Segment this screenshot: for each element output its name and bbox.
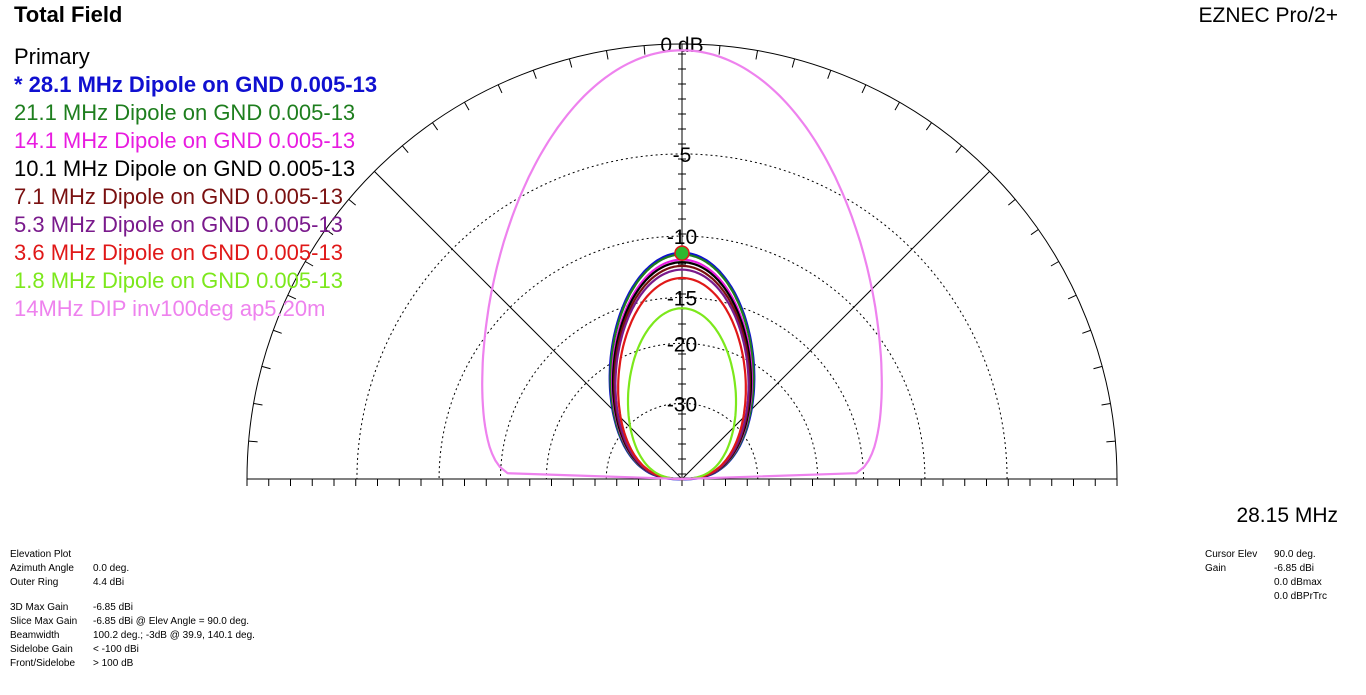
angle-tick	[402, 145, 409, 153]
angle-tick	[827, 70, 832, 79]
angle-tick	[1030, 229, 1039, 236]
info-value: 4.4 dBi	[93, 577, 125, 588]
angle-tick	[497, 84, 503, 94]
angle-tick	[894, 102, 900, 111]
angle-tick	[248, 440, 258, 443]
angle-tick	[532, 70, 537, 79]
grid-spoke	[681, 171, 990, 480]
angle-tick	[568, 58, 573, 68]
angle-tick	[791, 58, 796, 68]
info-row: Beamwidth 100.2 deg.; -3dB @ 39.9, 140.1 …	[10, 629, 255, 643]
info-label: Sidelobe Gain	[10, 644, 73, 655]
info-label: Elevation Plot	[10, 549, 72, 560]
ring-label: -30	[667, 393, 697, 416]
cursor-value: -6.85 dBi	[1274, 563, 1315, 574]
cursor-info-panel: Cursor Elev 90.0 deg. Gain -6.85 dBi 0.0 dBm…	[1205, 548, 1327, 604]
cursor-row: Gain -6.85 dBi	[1205, 562, 1327, 576]
ring-label: -5	[673, 144, 692, 167]
angle-tick	[605, 50, 609, 60]
legend-item[interactable]: 3.6 MHz Dipole on GND 0.005-13	[14, 239, 377, 267]
legend-item[interactable]: 7.1 MHz Dipole on GND 0.005-13	[14, 183, 377, 211]
legend-item[interactable]: 14MHz DIP inv100deg ap5.20m	[14, 295, 377, 323]
angle-tick	[1106, 440, 1116, 443]
info-label: Beamwidth	[10, 630, 60, 641]
legend-item[interactable]: 5.3 MHz Dipole on GND 0.005-13	[14, 211, 377, 239]
angle-tick	[643, 45, 646, 55]
legend-item[interactable]: 21.1 MHz Dipole on GND 0.005-13	[14, 99, 377, 127]
angle-tick	[1093, 365, 1103, 370]
info-value: > 100 dB	[93, 658, 134, 669]
frequency-label: 28.15 MHz	[1236, 504, 1338, 527]
legend-heading: Primary	[14, 44, 90, 69]
info-row: 3D Max Gain -6.85 dBi	[10, 601, 255, 615]
angle-tick	[253, 402, 263, 406]
info-value: -6.85 dBi	[93, 602, 134, 613]
cursor-marker	[674, 245, 690, 261]
info-label: Slice Max Gain	[10, 616, 78, 627]
legend-item[interactable]: 14.1 MHz Dipole on GND 0.005-13	[14, 127, 377, 155]
legend-item[interactable]: 10.1 MHz Dipole on GND 0.005-13	[14, 155, 377, 183]
angle-tick	[955, 145, 962, 153]
angle-tick	[1050, 261, 1059, 267]
info-label: Front/Sidelobe	[10, 658, 76, 669]
info-row: Sidelobe Gain < -100 dBi	[10, 643, 255, 657]
info-row: Front/Sidelobe > 100 dB	[10, 657, 255, 671]
cursor-row: Cursor Elev 90.0 deg.	[1205, 548, 1327, 562]
cursor-label: Gain	[1205, 563, 1227, 574]
legend-items: * 28.1 MHz Dipole on GND 0.005-13 21.1 MH…	[14, 71, 377, 323]
angle-tick	[925, 122, 932, 131]
legend-item[interactable]: 1.8 MHz Dipole on GND 0.005-13	[14, 267, 377, 295]
info-value: 0.0 deg.	[93, 563, 130, 574]
angle-tick	[861, 84, 867, 94]
angle-tick	[273, 329, 282, 334]
cursor-value: 0.0 dBmax	[1274, 577, 1322, 588]
cursor-label	[1205, 590, 1274, 604]
info-label: 3D Max Gain	[10, 602, 69, 613]
info-row: Slice Max Gain -6.85 dBi @ Elev Angle = 9…	[10, 615, 255, 629]
grid-spoke	[374, 171, 683, 480]
angle-tick	[1008, 199, 1016, 206]
cursor-value: 90.0 deg.	[1274, 549, 1316, 560]
cursor-row: 0.0 dBPrTrc	[1205, 590, 1327, 604]
cursor-row: 0.0 dBmax	[1205, 576, 1327, 590]
angle-tick	[755, 50, 759, 60]
angle-tick	[718, 45, 721, 55]
angle-tick	[464, 102, 470, 111]
info-row: Outer Ring 4.4 dBi	[10, 576, 255, 590]
info-row: Azimuth Angle 0.0 deg.	[10, 562, 255, 576]
angle-tick	[1082, 329, 1091, 334]
legend-item[interactable]: * 28.1 MHz Dipole on GND 0.005-13	[14, 71, 377, 99]
info-value: < -100 dBi	[93, 644, 139, 655]
angle-tick	[432, 122, 439, 131]
ring-label: 0 dB	[660, 34, 703, 57]
info-row: Elevation Plot	[10, 548, 255, 562]
cursor-value: 0.0 dBPrTrc	[1274, 591, 1327, 602]
cursor-label: Cursor Elev	[1205, 549, 1258, 560]
angle-tick	[1101, 402, 1111, 406]
ring-label: -15	[667, 287, 697, 310]
info-value: -6.85 dBi @ Elev Angle = 90.0 deg.	[93, 616, 250, 627]
cursor-label	[1205, 576, 1274, 590]
plot-info-panel: Elevation Plot Azimuth Angle 0.0 deg. Outer…	[10, 548, 255, 671]
legend: Primary * 28.1 MHz Dipole on GND 0.005-1…	[14, 43, 377, 323]
info-value: 100.2 deg.; -3dB @ 39.9, 140.1 deg.	[93, 630, 255, 641]
ring-label: -20	[667, 333, 697, 356]
angle-tick	[1067, 294, 1077, 300]
angle-tick	[261, 365, 271, 370]
info-label: Azimuth Angle	[10, 563, 74, 574]
info-label: Outer Ring	[10, 577, 59, 588]
